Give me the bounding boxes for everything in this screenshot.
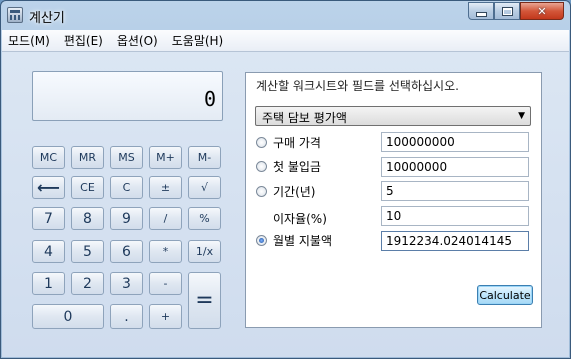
maximize-button[interactable]: [494, 2, 520, 20]
menu-bar: 모드(M) 편집(E) 옵션(O) 도움말(H): [2, 30, 569, 52]
key-9[interactable]: 9: [110, 207, 143, 230]
key-divide[interactable]: /: [149, 207, 182, 230]
key-3[interactable]: 3: [110, 272, 143, 295]
label-interest-rate: 이자율(%): [273, 212, 327, 226]
key-percent[interactable]: %: [188, 207, 221, 230]
key-1[interactable]: 1: [32, 272, 65, 295]
window-title: 계산기: [29, 11, 65, 26]
key-reciprocal[interactable]: 1/x: [188, 240, 221, 263]
window-controls: ✕: [468, 2, 564, 20]
backspace-arrow-icon: ⟵: [37, 178, 60, 197]
radio-purchase-price[interactable]: [256, 137, 267, 148]
key-5[interactable]: 5: [71, 240, 104, 263]
worksheet-panel: 계산할 워크시트와 필드를 선택하십시오. 주택 담보 평가액 ▼ 구매 가격 …: [245, 72, 542, 328]
calculator-body: 0 MC MR MS M+ M- ⟵ CE C ± √ 7 8 9 / % 4 …: [2, 52, 569, 357]
key-plus-minus[interactable]: ±: [149, 176, 182, 199]
menu-edit[interactable]: 편집(E): [58, 32, 109, 49]
key-subtract[interactable]: -: [149, 272, 182, 295]
key-c[interactable]: C: [110, 176, 143, 199]
radio-down-payment[interactable]: [256, 161, 267, 172]
label-term-years: 기간(년): [273, 185, 316, 199]
key-mc[interactable]: MC: [32, 146, 65, 169]
key-add[interactable]: +: [149, 304, 182, 329]
key-mr[interactable]: MR: [71, 146, 104, 169]
key-0[interactable]: 0: [32, 304, 104, 329]
maximize-icon: [501, 6, 513, 16]
label-purchase-price: 구매 가격: [273, 136, 321, 150]
key-4[interactable]: 4: [32, 240, 65, 263]
worksheet-select-value: 주택 담보 평가액: [262, 111, 347, 125]
key-m-minus[interactable]: M-: [188, 146, 221, 169]
label-monthly-payment: 월별 지불액: [273, 234, 333, 248]
display-value: 0: [203, 87, 216, 111]
interest-rate-field[interactable]: 10: [381, 206, 529, 226]
minimize-icon: [475, 11, 487, 17]
menu-options[interactable]: 옵션(O): [111, 32, 164, 49]
key-multiply[interactable]: *: [149, 240, 182, 263]
calculator-window: 계산기 ✕ 모드(M) 편집(E) 옵션(O) 도움말(H) 0 MC MR M…: [0, 0, 571, 359]
close-icon: ✕: [537, 4, 547, 18]
calculate-button[interactable]: Calculate: [477, 285, 533, 305]
key-6[interactable]: 6: [110, 240, 143, 263]
label-down-payment: 첫 불입금: [273, 160, 321, 174]
radio-term-years[interactable]: [256, 186, 267, 197]
calculator-display: 0: [32, 71, 223, 121]
worksheet-select[interactable]: 주택 담보 평가액 ▼: [255, 106, 531, 126]
down-payment-field[interactable]: 10000000: [381, 157, 529, 177]
purchase-price-field[interactable]: 100000000: [381, 132, 529, 152]
key-equals[interactable]: =: [188, 272, 221, 329]
minimize-button[interactable]: [468, 2, 494, 20]
key-ms[interactable]: MS: [110, 146, 143, 169]
worksheet-prompt: 계산할 워크시트와 필드를 선택하십시오.: [256, 79, 459, 93]
key-7[interactable]: 7: [32, 207, 65, 230]
dropdown-arrow-icon: ▼: [518, 111, 525, 121]
key-backspace[interactable]: ⟵: [32, 176, 65, 199]
key-8[interactable]: 8: [71, 207, 104, 230]
menu-mode[interactable]: 모드(M): [2, 32, 56, 49]
key-ce[interactable]: CE: [71, 176, 104, 199]
monthly-payment-field[interactable]: 1912234.024014145: [381, 231, 529, 251]
term-years-field[interactable]: 5: [381, 181, 529, 201]
close-button[interactable]: ✕: [520, 2, 564, 20]
calculator-app-icon: [7, 7, 23, 23]
key-decimal[interactable]: .: [110, 304, 143, 329]
menu-help[interactable]: 도움말(H): [166, 32, 230, 49]
key-2[interactable]: 2: [71, 272, 104, 295]
title-bar[interactable]: 계산기 ✕: [1, 1, 570, 29]
radio-monthly-payment[interactable]: [256, 235, 267, 246]
key-m-plus[interactable]: M+: [149, 146, 182, 169]
key-sqrt[interactable]: √: [188, 176, 221, 199]
